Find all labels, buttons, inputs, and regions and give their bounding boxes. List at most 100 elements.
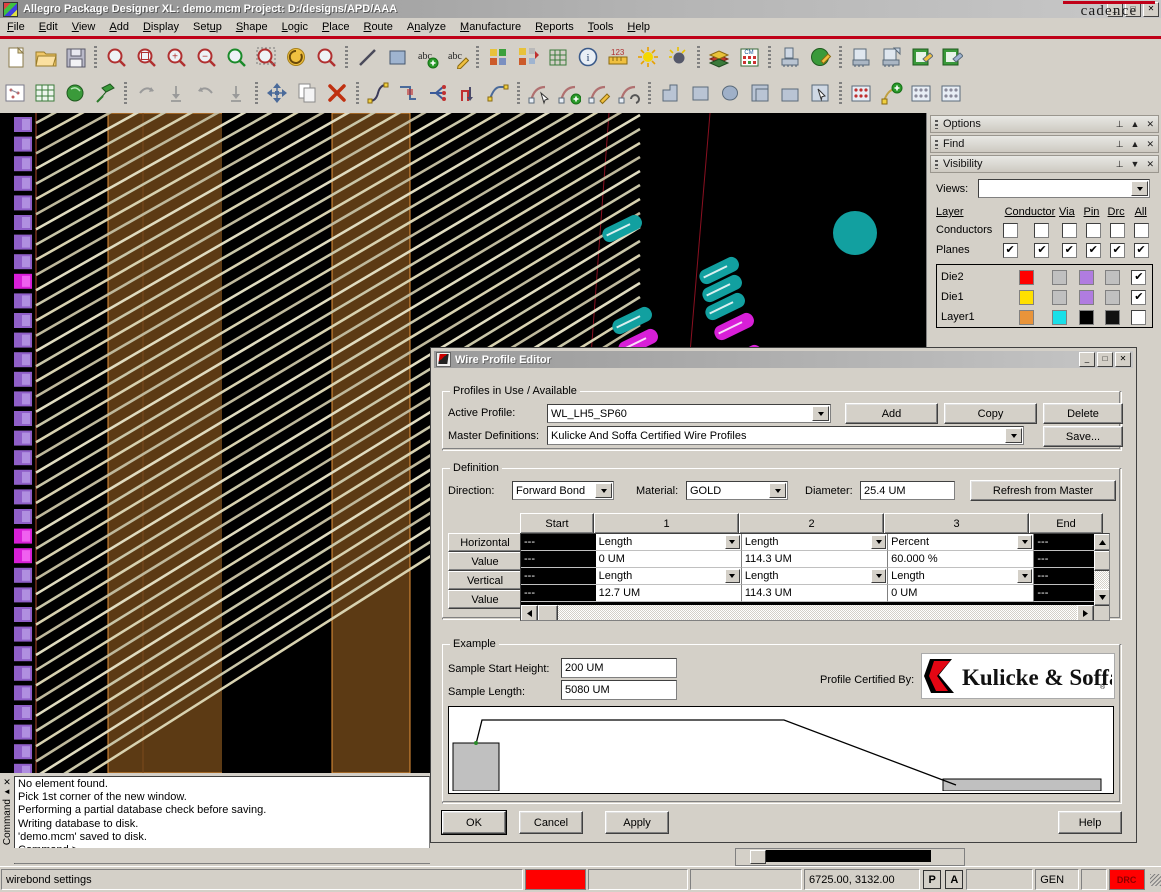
bond-array-icon[interactable]	[936, 78, 966, 108]
console-collapse-icon[interactable]: ◄	[3, 787, 11, 796]
fanout-icon[interactable]	[423, 78, 453, 108]
menu-shape[interactable]: Shape	[229, 20, 275, 34]
layer-color-swatch[interactable]	[1019, 289, 1035, 305]
die-edit-icon[interactable]	[876, 42, 906, 72]
console-close-icon[interactable]: ✕	[3, 777, 11, 787]
menu-help[interactable]: Help	[620, 20, 657, 34]
layer-color-swatch[interactable]	[1052, 269, 1068, 285]
redo-icon[interactable]	[191, 78, 221, 108]
scroll-down-button[interactable]	[1094, 589, 1109, 606]
measure-icon[interactable]: 123	[603, 42, 633, 72]
material-select[interactable]: GOLD	[686, 481, 788, 500]
color-palette-icon[interactable]	[483, 42, 513, 72]
custom-smooth-icon[interactable]	[483, 78, 513, 108]
chevron-down-icon[interactable]	[871, 569, 887, 583]
net-report-icon[interactable]	[906, 42, 936, 72]
sample-start-height-field[interactable]: 200 UM	[561, 658, 677, 678]
new-file-icon[interactable]	[0, 42, 30, 72]
scrollbar-track[interactable]	[1094, 571, 1109, 589]
drag-handle-icon[interactable]	[935, 159, 938, 169]
grid-drawing-icon[interactable]	[30, 78, 60, 108]
constraint-manager-icon[interactable]: CM	[734, 42, 764, 72]
status-alert-indicator[interactable]	[524, 869, 586, 890]
align-mode-button[interactable]: A	[945, 870, 964, 889]
layer-color-swatch[interactable]	[1104, 289, 1120, 305]
visibility-checkbox[interactable]	[1109, 222, 1125, 238]
layer-checkbox[interactable]	[1002, 222, 1018, 238]
scrollbar-track[interactable]	[558, 605, 1077, 620]
shape-circle-icon[interactable]	[715, 78, 745, 108]
chevron-down-icon[interactable]	[724, 569, 740, 583]
info-icon[interactable]: i	[573, 42, 603, 72]
table-header-start[interactable]: Start	[520, 513, 594, 534]
chevron-down-icon[interactable]	[871, 535, 887, 549]
visibility-col-conductor[interactable]: Conductor	[1005, 206, 1056, 218]
drag-handle-icon[interactable]	[935, 119, 938, 129]
line-icon[interactable]	[352, 42, 382, 72]
table-cell-select[interactable]: Length	[888, 568, 1035, 585]
visibility-checkbox[interactable]	[1061, 222, 1077, 238]
zoom-out-icon[interactable]: −	[191, 42, 221, 72]
diameter-field[interactable]: 25.4 UM	[860, 481, 955, 500]
redo-step-icon[interactable]	[221, 78, 251, 108]
table-header-2[interactable]: 2	[739, 513, 884, 534]
table-cell-input[interactable]: 114.3 UM	[741, 551, 889, 568]
layer-color-swatch[interactable]	[1052, 309, 1068, 325]
visibility-col-drc[interactable]: Drc	[1104, 206, 1129, 218]
zoom-in-icon[interactable]: +	[161, 42, 191, 72]
visibility-checkbox[interactable]	[1085, 222, 1101, 238]
scrollbar-thumb[interactable]	[750, 850, 766, 864]
scroll-left-button[interactable]	[521, 605, 538, 620]
shape-void-icon[interactable]	[775, 78, 805, 108]
table-cell-select[interactable]: Length	[741, 534, 889, 551]
bond-wire-add-icon[interactable]	[876, 78, 906, 108]
subdrawing-icon[interactable]	[0, 78, 30, 108]
chevron-down-icon[interactable]	[1017, 569, 1033, 583]
resize-grip-icon[interactable]	[1149, 873, 1161, 886]
zoom-window-icon[interactable]	[131, 42, 161, 72]
menu-reports[interactable]: Reports	[528, 20, 581, 34]
visibility-checkbox[interactable]	[1034, 222, 1050, 238]
bond-finger-icon[interactable]	[846, 78, 876, 108]
close-icon[interactable]: ✕	[1146, 119, 1154, 130]
wirebond-add-icon[interactable]	[554, 78, 584, 108]
visibility-col-layer[interactable]: Layer	[936, 206, 1005, 218]
sample-length-field[interactable]: 5080 UM	[561, 680, 677, 700]
close-icon[interactable]: ✕	[1146, 139, 1154, 150]
visibility-checkbox[interactable]	[1133, 222, 1149, 238]
add-profile-button[interactable]: Add	[845, 403, 938, 424]
chevron-up-icon[interactable]: ▲	[1131, 139, 1140, 149]
die-stack-icon[interactable]	[846, 42, 876, 72]
master-definitions-select[interactable]: Kulicke And Soffa Certified Wire Profile…	[547, 426, 1024, 445]
layer-checkbox[interactable]: ✔	[1002, 242, 1018, 258]
menu-edit[interactable]: Edit	[32, 20, 65, 34]
copy-profile-button[interactable]: Copy	[944, 403, 1037, 424]
layer-row-layer1[interactable]: Layer1	[937, 307, 1152, 327]
shape-rect-icon[interactable]	[685, 78, 715, 108]
grid-toggle-icon[interactable]	[543, 42, 573, 72]
menu-view[interactable]: View	[65, 20, 103, 34]
views-select[interactable]	[978, 179, 1150, 198]
refresh-from-master-button[interactable]: Refresh from Master	[970, 480, 1116, 501]
move-icon[interactable]	[262, 78, 292, 108]
layer-color-swatch[interactable]	[1052, 289, 1068, 305]
add-text-icon[interactable]: abc	[412, 42, 442, 72]
visibility-checkbox[interactable]: ✔	[1085, 242, 1101, 258]
rectangle-icon[interactable]	[382, 42, 412, 72]
scroll-right-button[interactable]	[1077, 605, 1094, 620]
layer-color-swatch[interactable]	[1019, 309, 1035, 325]
menu-place[interactable]: Place	[315, 20, 357, 34]
edit-text-icon[interactable]: abc	[442, 42, 472, 72]
layer-row-die2[interactable]: Die2 ✔	[937, 267, 1152, 287]
table-row-label[interactable]: Value	[448, 552, 522, 571]
shape-select-icon[interactable]	[805, 78, 835, 108]
dialog-maximize-button[interactable]: □	[1097, 352, 1113, 367]
visibility-col-pin[interactable]: Pin	[1079, 206, 1104, 218]
delete-profile-button[interactable]: Delete	[1043, 403, 1123, 424]
active-profile-select[interactable]: WL_LH5_SP60	[547, 404, 831, 423]
wirebond-query-icon[interactable]	[614, 78, 644, 108]
table-cell-input[interactable]: 0 UM	[888, 585, 1035, 602]
menu-display[interactable]: Display	[136, 20, 186, 34]
visibility-col-via[interactable]: Via	[1055, 206, 1080, 218]
save-profile-button[interactable]: Save...	[1043, 426, 1123, 447]
